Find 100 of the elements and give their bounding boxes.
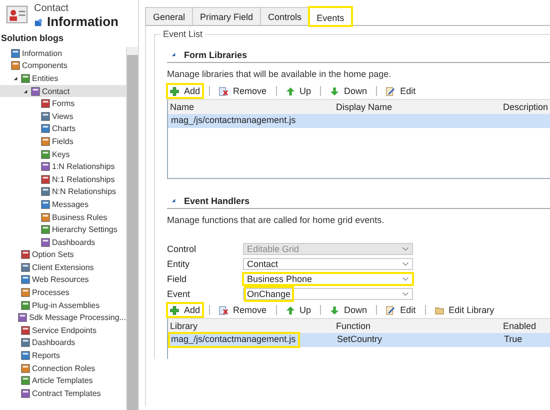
tree-item[interactable]: Messages bbox=[0, 198, 126, 211]
tree-item[interactable]: N:1 Relationships bbox=[0, 172, 126, 186]
square-icon bbox=[41, 200, 50, 209]
tree-item[interactable]: 1:N Relationships bbox=[0, 160, 126, 173]
table-cell-text: SetCountry bbox=[336, 334, 384, 346]
square-icon bbox=[41, 162, 50, 172]
expand-triangle-icon[interactable] bbox=[23, 88, 28, 94]
tree-item[interactable]: Components bbox=[0, 60, 126, 72]
column-header[interactable]: Enabled bbox=[501, 321, 550, 331]
up-arrow-icon bbox=[286, 306, 295, 314]
toolbar-button[interactable]: Down bbox=[327, 303, 370, 317]
square-icon bbox=[41, 150, 50, 159]
tree-item[interactable]: Contract Templates bbox=[0, 387, 126, 400]
square-icon bbox=[31, 86, 40, 96]
tree-item[interactable]: Client Extensions bbox=[0, 261, 126, 274]
down-arrow-icon bbox=[330, 306, 340, 314]
tree-item[interactable]: Processes bbox=[0, 286, 126, 299]
toolbar-button[interactable]: Remove bbox=[216, 303, 270, 317]
field-label: Field bbox=[167, 274, 188, 284]
column-header[interactable]: Name bbox=[168, 102, 334, 112]
tree-item[interactable]: Views bbox=[0, 110, 126, 123]
column-header[interactable]: Library bbox=[168, 321, 334, 331]
tree-item[interactable]: Entities bbox=[0, 72, 126, 85]
toolbar-button[interactable]: Add bbox=[167, 303, 204, 317]
tree-item[interactable]: Forms bbox=[0, 97, 126, 110]
group-legend: Event List bbox=[161, 29, 205, 39]
tree-item[interactable]: Business Rules bbox=[0, 210, 126, 224]
tree-item[interactable]: Option Sets bbox=[0, 248, 126, 262]
toolbar-button[interactable]: Edit bbox=[383, 303, 419, 317]
field-label: Control bbox=[167, 244, 198, 254]
down-arrow-icon bbox=[330, 86, 340, 96]
section-title: Event Handlers bbox=[184, 196, 250, 206]
tree-item[interactable]: N:N Relationships bbox=[0, 186, 126, 198]
tree-item[interactable]: Fields bbox=[0, 135, 126, 148]
tab[interactable]: Events bbox=[308, 7, 352, 26]
contact-card-icon bbox=[6, 5, 28, 24]
dropdown-field[interactable]: Business Phone bbox=[243, 273, 413, 285]
tab[interactable]: General bbox=[145, 7, 194, 25]
column-header[interactable]: Description bbox=[501, 102, 550, 112]
tree-item[interactable]: Reports bbox=[0, 349, 126, 362]
tab[interactable]: Controls bbox=[260, 7, 310, 25]
tree-item[interactable]: Keys bbox=[0, 148, 126, 160]
section-description: Manage functions that are called for home grid events. bbox=[167, 215, 386, 225]
toolbar-button[interactable]: Up bbox=[282, 84, 314, 98]
square-icon bbox=[21, 351, 30, 360]
document-delete-icon bbox=[219, 306, 228, 314]
plus-icon bbox=[170, 306, 179, 314]
tree-item[interactable]: Hierarchy Settings bbox=[0, 223, 126, 236]
up-arrow-icon bbox=[286, 86, 295, 96]
scrollbar[interactable] bbox=[126, 47, 138, 410]
dropdown-field[interactable]: Contact bbox=[243, 258, 413, 270]
column-header[interactable]: Function bbox=[334, 321, 501, 331]
section-title: Form Libraries bbox=[184, 50, 248, 60]
tree-item[interactable]: Dashboards bbox=[0, 336, 126, 350]
tree-item[interactable]: Connection Roles bbox=[0, 362, 126, 374]
square-icon bbox=[21, 262, 30, 272]
expand-triangle-icon[interactable] bbox=[13, 76, 18, 81]
tree-item[interactable]: Dashboards bbox=[0, 236, 126, 248]
plus-icon bbox=[170, 86, 179, 96]
collapse-triangle-icon[interactable] bbox=[171, 198, 176, 203]
chevron-down-icon bbox=[402, 292, 409, 296]
grid-row[interactable]: mag_/js/contactmanagement.js SetCountry True bbox=[168, 333, 550, 347]
collapse-triangle-icon[interactable] bbox=[171, 52, 176, 57]
square-icon bbox=[11, 48, 20, 58]
square-icon bbox=[41, 225, 50, 234]
square-icon bbox=[21, 388, 30, 398]
document-edit-icon bbox=[386, 86, 396, 96]
square-icon bbox=[41, 99, 50, 108]
square-icon bbox=[21, 364, 30, 373]
toolbar-button[interactable]: Up bbox=[282, 303, 314, 317]
square-icon bbox=[11, 61, 20, 70]
section-description: Manage libraries that will be available in the home page. bbox=[167, 69, 392, 79]
tree-item[interactable]: Charts bbox=[0, 122, 126, 136]
grid-row[interactable]: mag_/js/contactmanagement.js bbox=[168, 114, 550, 128]
toolbar-button[interactable]: Remove bbox=[216, 84, 270, 98]
document-edit-icon bbox=[386, 306, 396, 314]
chevron-down-icon bbox=[402, 262, 409, 266]
toolbar-button[interactable]: Down bbox=[327, 84, 370, 98]
tree-item[interactable]: Sdk Message Processing... bbox=[0, 311, 126, 324]
toolbar-button[interactable]: Edit bbox=[383, 84, 419, 98]
tree-item[interactable]: Information bbox=[0, 47, 126, 60]
tree-item[interactable]: Service Endpoints bbox=[0, 324, 126, 337]
tree-item[interactable]: Article Templates bbox=[0, 374, 126, 388]
square-icon bbox=[41, 174, 50, 184]
tree-item[interactable]: Plug-in Assemblies bbox=[0, 298, 126, 312]
square-icon bbox=[21, 338, 30, 348]
toolbar-button[interactable]: Add bbox=[167, 84, 204, 98]
form-icon bbox=[34, 18, 43, 26]
square-icon bbox=[21, 288, 30, 298]
column-header[interactable]: Display Name bbox=[334, 102, 501, 112]
toolbar-button[interactable]: Edit Library bbox=[432, 303, 498, 317]
table-cell: mag_/js/contactmanagement.js bbox=[170, 334, 298, 346]
table-cell-text: True bbox=[503, 334, 524, 346]
chevron-down-icon bbox=[402, 277, 409, 281]
dropdown-field[interactable]: OnChange bbox=[243, 288, 413, 300]
tree-item[interactable]: Web Resources bbox=[0, 274, 126, 286]
tree-item[interactable]: Contact bbox=[0, 84, 126, 98]
document-delete-icon bbox=[219, 86, 228, 96]
tab[interactable]: Primary Field bbox=[192, 7, 262, 25]
square-icon bbox=[21, 250, 30, 260]
